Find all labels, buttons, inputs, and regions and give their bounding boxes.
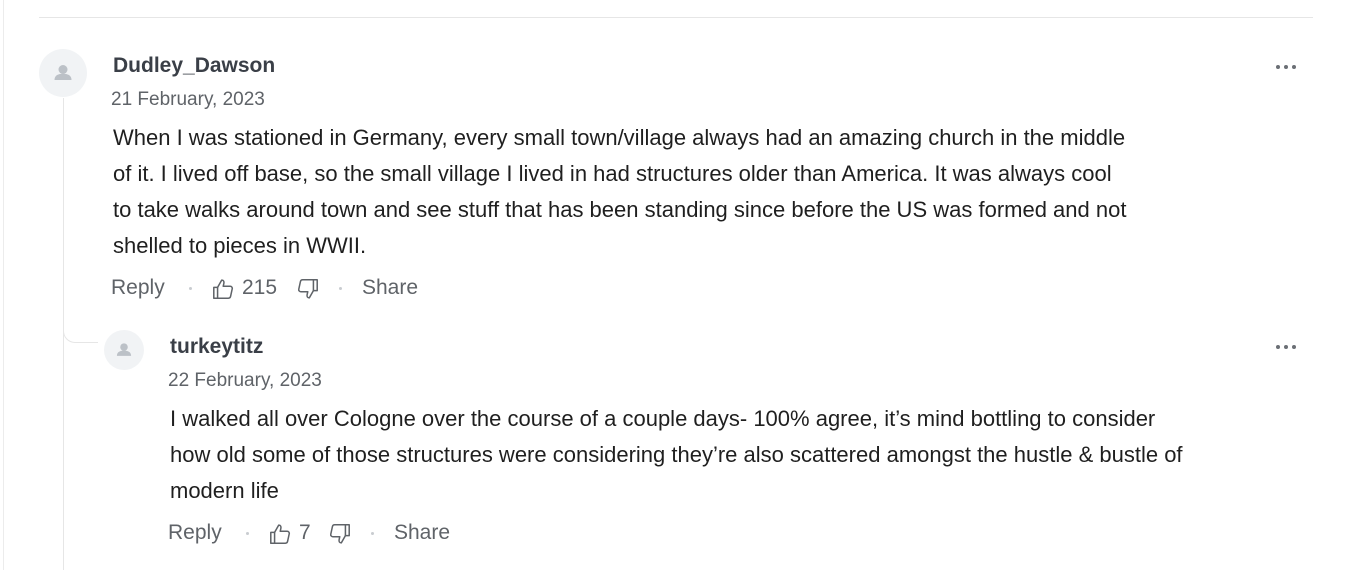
comments-thread: Dudley_Dawson 21 February, 2023 When I w… [0, 0, 1356, 570]
share-button[interactable]: Share [394, 519, 450, 547]
comment-body: I walked all over Cologne over the cours… [170, 401, 1320, 509]
comment-date: 22 February, 2023 [168, 370, 322, 391]
more-options-icon[interactable] [1275, 62, 1299, 72]
comment-body-line: how old some of those structures were co… [170, 442, 1183, 467]
thumbs-down-icon[interactable] [327, 521, 353, 547]
comment-body: When I was stationed in Germany, every s… [113, 120, 1283, 264]
comment-body-line: shelled to pieces in WWII. [113, 233, 367, 258]
like-count: 7 [299, 521, 311, 544]
panel-left-border [3, 0, 4, 570]
thumbs-down-icon[interactable] [295, 276, 321, 302]
top-divider [39, 17, 1313, 18]
default-user-avatar-icon[interactable] [104, 330, 144, 370]
comment-body-line: I walked all over Cologne over the cours… [170, 406, 1156, 431]
comment-actions: Reply 215 Share [111, 274, 511, 302]
separator-dot [189, 287, 192, 290]
share-button[interactable]: Share [362, 274, 418, 302]
reply-button[interactable]: Reply [111, 274, 165, 302]
like-count: 215 [242, 276, 278, 299]
comment-body-line: modern life [170, 478, 279, 503]
comment-username[interactable]: turkeytitz [170, 335, 263, 359]
separator-dot [371, 532, 374, 535]
separator-dot [339, 287, 342, 290]
reply-button[interactable]: Reply [168, 519, 222, 547]
comment-date: 21 February, 2023 [111, 89, 265, 110]
comment-username[interactable]: Dudley_Dawson [113, 54, 275, 78]
separator-dot [246, 532, 249, 535]
default-user-avatar-icon[interactable] [39, 49, 87, 97]
comment-actions: Reply 7 Share [168, 519, 568, 547]
more-options-icon[interactable] [1275, 342, 1299, 352]
thumbs-up-icon[interactable] [210, 276, 236, 302]
comment-body-line: When I was stationed in Germany, every s… [113, 125, 1126, 150]
thumbs-up-icon[interactable] [267, 521, 293, 547]
reply-connector [63, 318, 98, 343]
comment-body-line: of it. I lived off base, so the small vi… [113, 161, 1112, 186]
comment-body-line: to take walks around town and see stuff … [113, 197, 1127, 222]
